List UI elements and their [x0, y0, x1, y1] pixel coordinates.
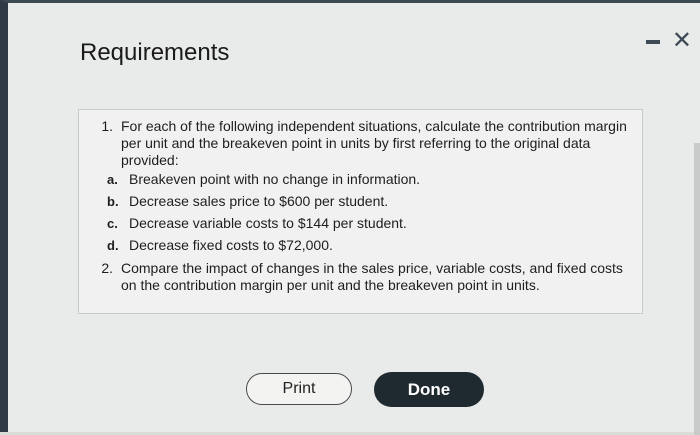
sub-requirement: d. Decrease fixed costs to $72,000. — [107, 237, 630, 254]
sub-requirement-letter: b. — [107, 194, 119, 209]
requirement-text: For each of the following independent si… — [121, 118, 627, 168]
window-edge — [694, 143, 700, 435]
requirement-item: 1. For each of the following independent… — [85, 118, 630, 169]
requirement-number: 1. — [101, 118, 113, 134]
sub-requirement-letter: c. — [107, 216, 118, 231]
sub-requirement-letter: a. — [107, 172, 118, 187]
sub-requirement: a. Breakeven point with no change in inf… — [107, 171, 630, 188]
sub-requirement: b. Decrease sales price to $600 per stud… — [107, 193, 630, 210]
requirements-dialog: Requirements ✕ 1. For each of the follow… — [0, 0, 700, 435]
requirement-text: Compare the impact of changes in the sal… — [121, 260, 623, 293]
minimize-icon[interactable] — [645, 40, 660, 44]
close-icon[interactable]: ✕ — [672, 29, 692, 53]
sub-requirement-text: Decrease sales price to $600 per student… — [129, 193, 389, 209]
dialog-title: Requirements — [80, 39, 230, 66]
sub-requirement-text: Decrease variable costs to $144 per stud… — [129, 215, 407, 231]
sub-requirement-letter: d. — [107, 238, 119, 253]
requirement-number: 2. — [101, 260, 113, 276]
print-button[interactable]: Print — [246, 373, 352, 405]
requirement-item: 2. Compare the impact of changes in the … — [85, 260, 630, 294]
sub-requirement-text: Breakeven point with no change in inform… — [129, 171, 421, 187]
sub-requirement-list: a. Breakeven point with no change in inf… — [85, 171, 630, 254]
sub-requirement-text: Decrease fixed costs to $72,000. — [129, 237, 333, 253]
requirements-box: 1. For each of the following independent… — [78, 109, 643, 314]
sub-requirement: c. Decrease variable costs to $144 per s… — [107, 215, 630, 232]
window-controls: ✕ — [645, 29, 692, 53]
done-button[interactable]: Done — [374, 372, 484, 407]
